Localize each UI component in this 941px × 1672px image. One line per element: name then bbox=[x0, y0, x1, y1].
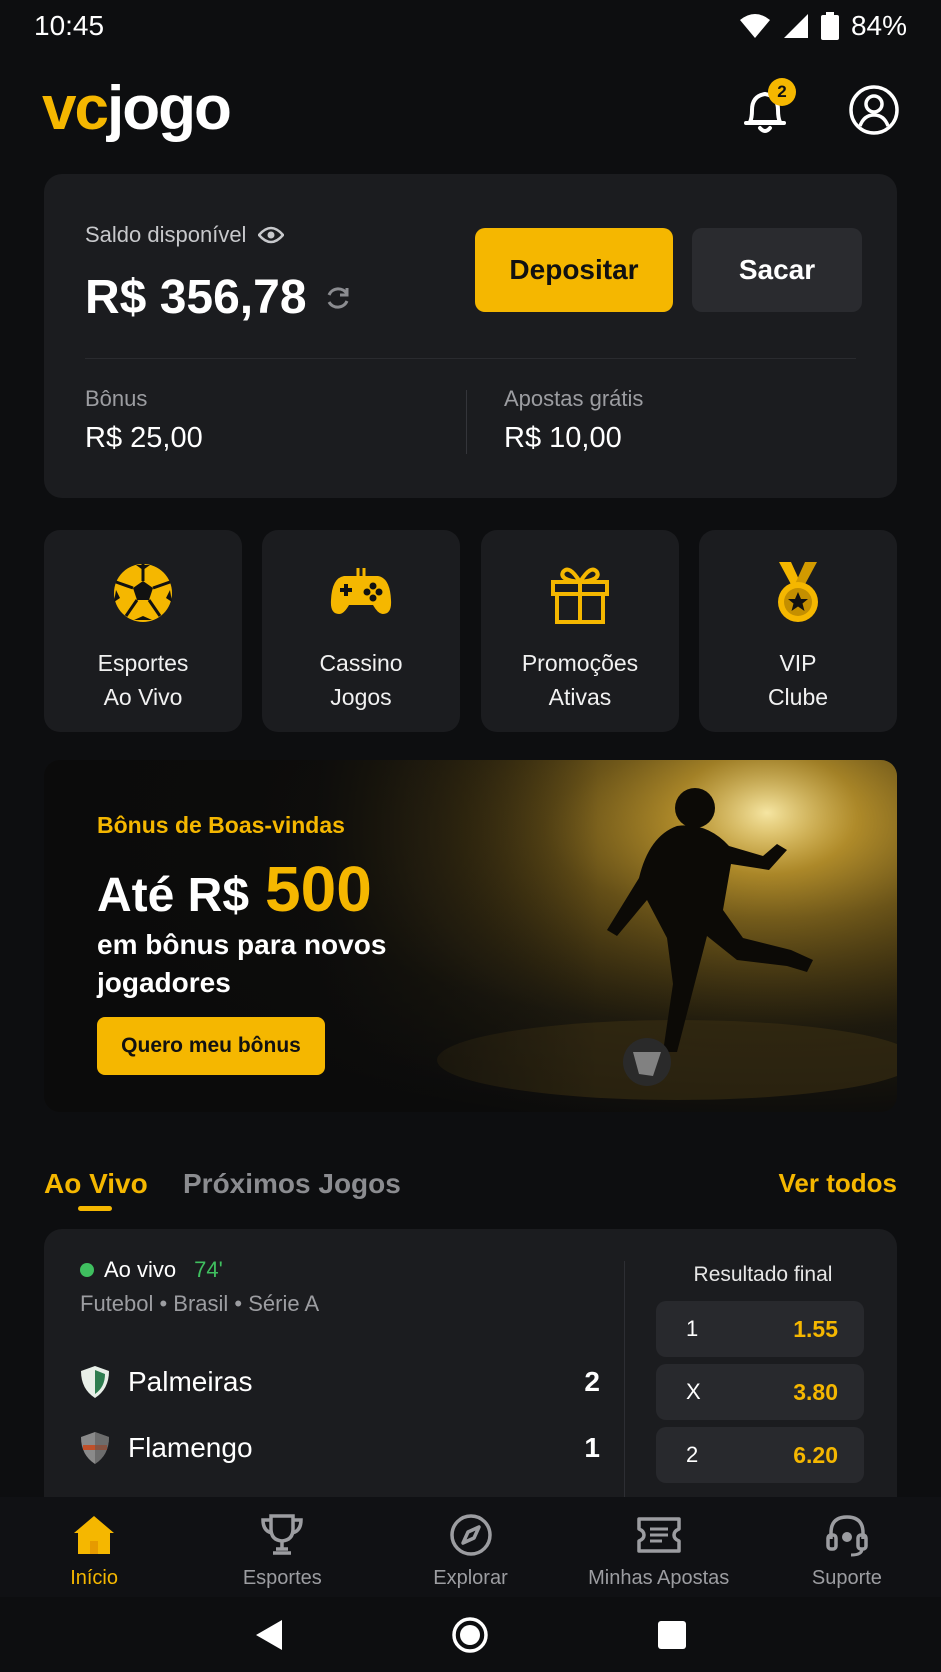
eye-icon[interactable] bbox=[258, 226, 285, 244]
live-dot-icon bbox=[80, 1263, 94, 1277]
nav-sports[interactable]: Esportes bbox=[188, 1497, 376, 1597]
gamepad-icon bbox=[330, 568, 392, 614]
nav-label: Minhas Apostas bbox=[588, 1567, 730, 1589]
see-all-link[interactable]: Ver todos bbox=[779, 1168, 897, 1199]
home-circle-icon[interactable] bbox=[451, 1616, 489, 1654]
notification-badge: 2 bbox=[768, 78, 796, 106]
banner-title-amount: 500 bbox=[265, 853, 372, 925]
claim-bonus-button[interactable]: Quero meu bônus bbox=[97, 1017, 325, 1075]
tab-upcoming[interactable]: Próximos Jogos bbox=[183, 1168, 401, 1200]
banner-title-prefix: Até R$ bbox=[97, 869, 250, 922]
nav-label: Esportes bbox=[242, 1567, 322, 1589]
bottom-navigation: Início Esportes Explorar Minhas Apostas bbox=[0, 1497, 941, 1597]
odd-value: 3.80 bbox=[793, 1378, 838, 1405]
tile-label: Promoções Ativas bbox=[521, 650, 639, 710]
home-team-score: 2 bbox=[584, 1366, 600, 1397]
notifications-button[interactable]: 2 bbox=[740, 78, 796, 136]
tile-label: VIP Clube bbox=[767, 650, 829, 710]
balance-vertical-divider bbox=[466, 390, 467, 454]
system-navigation bbox=[0, 1597, 941, 1672]
deposit-button[interactable]: Depositar bbox=[475, 228, 673, 312]
balance-value: R$ 356,78 bbox=[85, 270, 351, 325]
bonus-value: R$ 25,00 bbox=[85, 422, 203, 454]
refresh-icon[interactable] bbox=[325, 285, 351, 311]
balance-card: Saldo disponível R$ 356,78 Depositar Sac… bbox=[44, 174, 897, 498]
balance-divider bbox=[85, 358, 856, 359]
balance-amount: R$ 356,78 bbox=[85, 271, 307, 324]
wifi-icon bbox=[739, 14, 770, 38]
bonus-block: Bônus R$ 25,00 bbox=[85, 386, 203, 455]
shield-icon bbox=[81, 1432, 109, 1464]
back-icon[interactable] bbox=[254, 1618, 284, 1652]
nav-label: Suporte bbox=[811, 1567, 882, 1589]
compass-icon bbox=[449, 1514, 492, 1556]
free-bets-value: R$ 10,00 bbox=[504, 422, 622, 454]
odd-button-away[interactable]: 2 6.20 bbox=[656, 1427, 864, 1483]
status-icons: 84% bbox=[739, 10, 907, 42]
home-icon bbox=[74, 1516, 115, 1554]
shield-icon bbox=[81, 1366, 109, 1398]
bonus-label: Bônus bbox=[85, 386, 148, 411]
battery-icon bbox=[820, 12, 839, 40]
match-minute: 74' bbox=[194, 1257, 223, 1282]
market-title: Resultado final bbox=[693, 1263, 833, 1286]
recents-icon[interactable] bbox=[657, 1620, 687, 1650]
banner-subtitle: em bônus para novos jogadores bbox=[97, 929, 387, 998]
live-status-text: Ao vivo bbox=[104, 1257, 177, 1282]
welcome-bonus-banner[interactable]: Bônus de Boas-vindas Até R$ 500 em bônus… bbox=[44, 760, 897, 1112]
user-icon bbox=[849, 85, 899, 135]
tile-label: Cassino Jogos bbox=[319, 650, 403, 710]
tile-active-promotions[interactable]: Promoções Ativas bbox=[481, 530, 679, 732]
gift-icon bbox=[551, 567, 609, 624]
odd-button-draw[interactable]: X 3.80 bbox=[656, 1364, 864, 1420]
nav-label: Início bbox=[70, 1567, 118, 1589]
app-logo[interactable]: vcjogo bbox=[42, 78, 232, 140]
away-team-row: Flamengo 1 bbox=[80, 1431, 600, 1465]
banner-kicker: Bônus de Boas-vindas bbox=[97, 812, 345, 838]
nav-explore[interactable]: Explorar bbox=[376, 1497, 564, 1597]
soccer-ball-icon bbox=[114, 564, 172, 622]
home-team-name: Palmeiras bbox=[128, 1366, 253, 1397]
status-time: 10:45 bbox=[34, 10, 105, 41]
free-bets-block: Apostas grátis R$ 10,00 bbox=[504, 386, 643, 455]
away-team-score: 1 bbox=[584, 1432, 600, 1463]
live-status: Ao vivo 74' bbox=[80, 1257, 223, 1283]
nav-my-bets[interactable]: Minhas Apostas bbox=[565, 1497, 753, 1597]
odd-label: 2 bbox=[686, 1442, 699, 1467]
logo-vc: vc bbox=[42, 74, 109, 143]
odd-label: X bbox=[686, 1379, 701, 1404]
banner-title: Até R$ 500 bbox=[97, 852, 372, 926]
tile-label: Esportes Ao Vivo bbox=[97, 650, 189, 710]
tile-vip-club[interactable]: VIP Clube bbox=[699, 530, 897, 732]
tab-active-indicator bbox=[78, 1206, 112, 1211]
nav-label: Explorar bbox=[433, 1567, 508, 1589]
medal-icon bbox=[778, 562, 818, 622]
odd-label: 1 bbox=[686, 1316, 699, 1341]
nav-home[interactable]: Início bbox=[0, 1497, 188, 1597]
signal-icon bbox=[783, 14, 808, 38]
logo-jogo: jogo bbox=[106, 74, 232, 143]
free-bets-label: Apostas grátis bbox=[504, 386, 644, 411]
odd-button-home[interactable]: 1 1.55 bbox=[656, 1301, 864, 1357]
match-league: Futebol • Brasil • Série A bbox=[80, 1291, 320, 1316]
home-team-row: Palmeiras 2 bbox=[80, 1365, 600, 1399]
odd-value: 6.20 bbox=[793, 1441, 838, 1468]
ticket-icon bbox=[636, 1517, 681, 1553]
tile-casino-games[interactable]: Cassino Jogos bbox=[262, 530, 460, 732]
withdraw-button[interactable]: Sacar bbox=[692, 228, 862, 312]
profile-button[interactable] bbox=[848, 84, 900, 136]
tab-live[interactable]: Ao Vivo bbox=[44, 1168, 148, 1200]
odd-value: 1.55 bbox=[793, 1315, 838, 1342]
away-team-name: Flamengo bbox=[128, 1432, 253, 1463]
balance-label: Saldo disponível bbox=[85, 222, 285, 248]
nav-support[interactable]: Suporte bbox=[753, 1497, 941, 1597]
balance-label-text: Saldo disponível bbox=[85, 222, 247, 247]
battery-percent: 84% bbox=[850, 10, 907, 41]
headset-icon bbox=[826, 1515, 868, 1557]
trophy-icon bbox=[261, 1514, 304, 1555]
tile-live-sports[interactable]: Esportes Ao Vivo bbox=[44, 530, 242, 732]
